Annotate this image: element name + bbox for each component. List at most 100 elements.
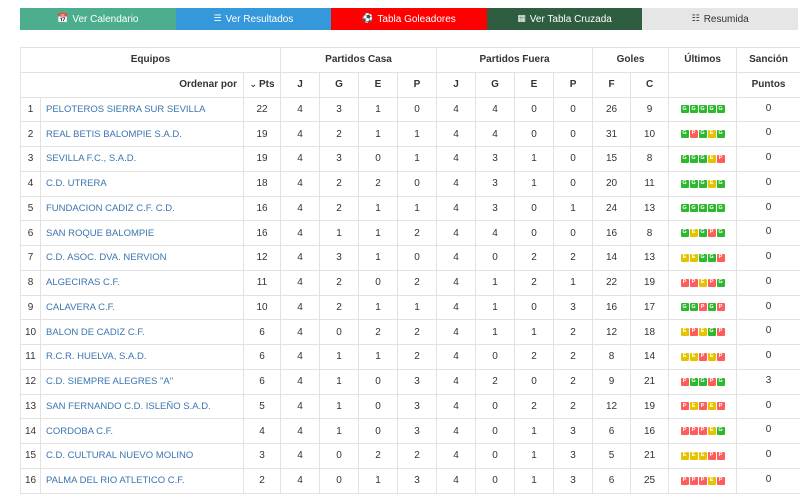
away-won-cell: 0: [475, 443, 516, 469]
team-link[interactable]: CALAVERA C.F.: [40, 294, 244, 321]
home-drawn-cell: 1: [358, 96, 398, 123]
position-cell: 5: [20, 195, 41, 222]
away-won-cell: 0: [475, 393, 516, 420]
last-results-cell: EPEGP: [668, 319, 738, 345]
table-row: 14 CORDOBA C.F. 4 4 1 0 3 4 0 1 3 6 16 P P P E G 0: [20, 418, 800, 444]
points-cell: 3: [243, 443, 281, 469]
team-link[interactable]: CORDOBA C.F.: [40, 418, 244, 444]
away-played-cell: 4: [436, 170, 477, 197]
home-won-cell: 2: [319, 294, 359, 321]
position-cell: 15: [20, 443, 41, 469]
away-played-cell: 4: [436, 269, 477, 296]
team-link[interactable]: REAL BETIS BALOMPIE S.A.D.: [40, 121, 244, 147]
team-link[interactable]: C.D. ASOC. DVA. NERVION: [40, 245, 244, 271]
partidos-fuera-header: Partidos Fuera: [436, 47, 594, 73]
team-link[interactable]: SAN FERNANDO C.D. ISLEÑO S.A.D.: [40, 393, 244, 420]
points-cell: 5: [243, 393, 281, 420]
sancion-cell: 0: [736, 96, 800, 123]
goals-against-cell: 13: [630, 245, 670, 271]
result-badge: G: [698, 130, 707, 139]
away-p-header[interactable]: P: [553, 71, 594, 98]
home-j-header[interactable]: J: [280, 71, 320, 98]
away-played-cell: 4: [436, 294, 477, 321]
sancion-cell: 0: [736, 319, 800, 345]
ver-tabla-cruzada-tab[interactable]: ▦ Ver Tabla Cruzada: [486, 8, 643, 30]
team-link[interactable]: SEVILLA F.C., S.A.D.: [40, 146, 244, 172]
sancion-cell: 0: [736, 344, 800, 370]
away-lost-cell: 0: [553, 220, 594, 246]
away-played-cell: 4: [436, 393, 477, 420]
table-row: 10 BALON DE CADIZ C.F. 6 4 0 2 2 4 1 1 2 12 18 E P E G P 0: [20, 319, 800, 345]
away-j-header[interactable]: J: [436, 71, 477, 98]
result-badge: G: [680, 154, 689, 163]
goals-against-cell: 25: [630, 467, 670, 494]
away-lost-cell: 2: [553, 319, 594, 345]
home-won-cell: 2: [319, 269, 359, 296]
result-badge: G: [716, 229, 725, 238]
team-link[interactable]: PALMA DEL RIO ATLETICO C.F.: [40, 467, 244, 494]
home-g-header[interactable]: G: [319, 71, 359, 98]
last-results-badges: PEPEP: [669, 402, 736, 411]
points-cell: 12: [243, 245, 281, 271]
away-g-header[interactable]: G: [475, 71, 516, 98]
home-lost-cell: 1: [396, 294, 438, 321]
result-badge: P: [716, 451, 725, 460]
home-played-cell: 4: [280, 319, 320, 345]
team-link[interactable]: C.D. CULTURAL NUEVO MOLINO: [40, 443, 244, 469]
result-badge: P: [716, 328, 725, 337]
result-badge: P: [689, 328, 698, 337]
goals-for-cell: 14: [592, 245, 632, 271]
sort-pts-button[interactable]: ⌄ Pts: [243, 71, 281, 98]
result-badge: E: [680, 451, 689, 460]
goals-for-cell: 22: [592, 269, 632, 296]
goles-c-header[interactable]: C: [630, 71, 670, 98]
team-link[interactable]: ALGECIRAS C.F.: [40, 269, 244, 296]
ver-resultados-tab[interactable]: ☰ Ver Resultados: [175, 8, 332, 30]
resumida-tab[interactable]: ☷ Resumida: [642, 8, 798, 30]
partidos-casa-header: Partidos Casa: [279, 47, 438, 73]
team-link[interactable]: BALON DE CADIZ C.F.: [40, 319, 244, 345]
goles-f-header[interactable]: F: [592, 71, 632, 98]
away-e-header[interactable]: E: [514, 71, 555, 98]
team-link[interactable]: PELOTEROS SIERRA SUR SEVILLA: [40, 96, 244, 123]
team-link[interactable]: C.D. UTRERA: [40, 170, 244, 197]
last-results-cell: PPEPG: [668, 269, 738, 296]
team-link[interactable]: R.C.R. HUELVA, S.A.D.: [40, 344, 244, 370]
home-drawn-cell: 1: [358, 344, 398, 370]
home-played-cell: 4: [280, 368, 320, 395]
result-badge: E: [689, 402, 698, 411]
team-link[interactable]: SAN ROQUE BALOMPIE: [40, 220, 244, 246]
goals-against-cell: 16: [630, 418, 670, 444]
goals-against-cell: 11: [630, 170, 670, 197]
position-cell: 3: [20, 146, 41, 172]
result-badge: E: [689, 451, 698, 460]
ver-calendario-tab[interactable]: 📅 Ver Calendario: [20, 8, 176, 30]
last-results-badges: EPEGP: [669, 328, 736, 337]
last-results-cell: GGGGG: [668, 195, 738, 222]
home-lost-cell: 3: [396, 368, 438, 395]
away-played-cell: 4: [436, 121, 477, 147]
home-won-cell: 1: [319, 418, 359, 444]
home-played-cell: 4: [280, 121, 320, 147]
grid-icon: ▦: [517, 14, 526, 24]
last-results-badges: GPGEG: [669, 130, 736, 139]
table-row: 11 R.C.R. HUELVA, S.A.D. 6 4 1 1 2 4 0 2 2 8 14 E E P E P…: [20, 344, 800, 370]
home-lost-cell: 2: [396, 443, 438, 469]
team-link[interactable]: FUNDACION CADIZ C.F. C.D.: [40, 195, 244, 222]
home-e-header[interactable]: E: [358, 71, 398, 98]
away-lost-cell: 2: [553, 368, 594, 395]
result-badge: P: [680, 476, 689, 485]
pts-header: Pts: [258, 79, 275, 91]
home-won-cell: 3: [319, 96, 359, 123]
away-played-cell: 4: [436, 467, 477, 494]
result-badge: P: [698, 402, 707, 411]
team-link[interactable]: C.D. SIEMPRE ALEGRES "A": [40, 368, 244, 395]
result-badge: G: [680, 303, 689, 312]
home-p-header[interactable]: P: [396, 71, 438, 98]
away-played-cell: 4: [436, 245, 477, 271]
result-badge: G: [689, 105, 698, 114]
result-badge: P: [707, 229, 716, 238]
tabla-goleadores-tab[interactable]: ⚽ Tabla Goleadores: [331, 8, 487, 30]
home-drawn-cell: 2: [358, 319, 398, 345]
last-results-badges: EEPEP: [669, 352, 736, 361]
